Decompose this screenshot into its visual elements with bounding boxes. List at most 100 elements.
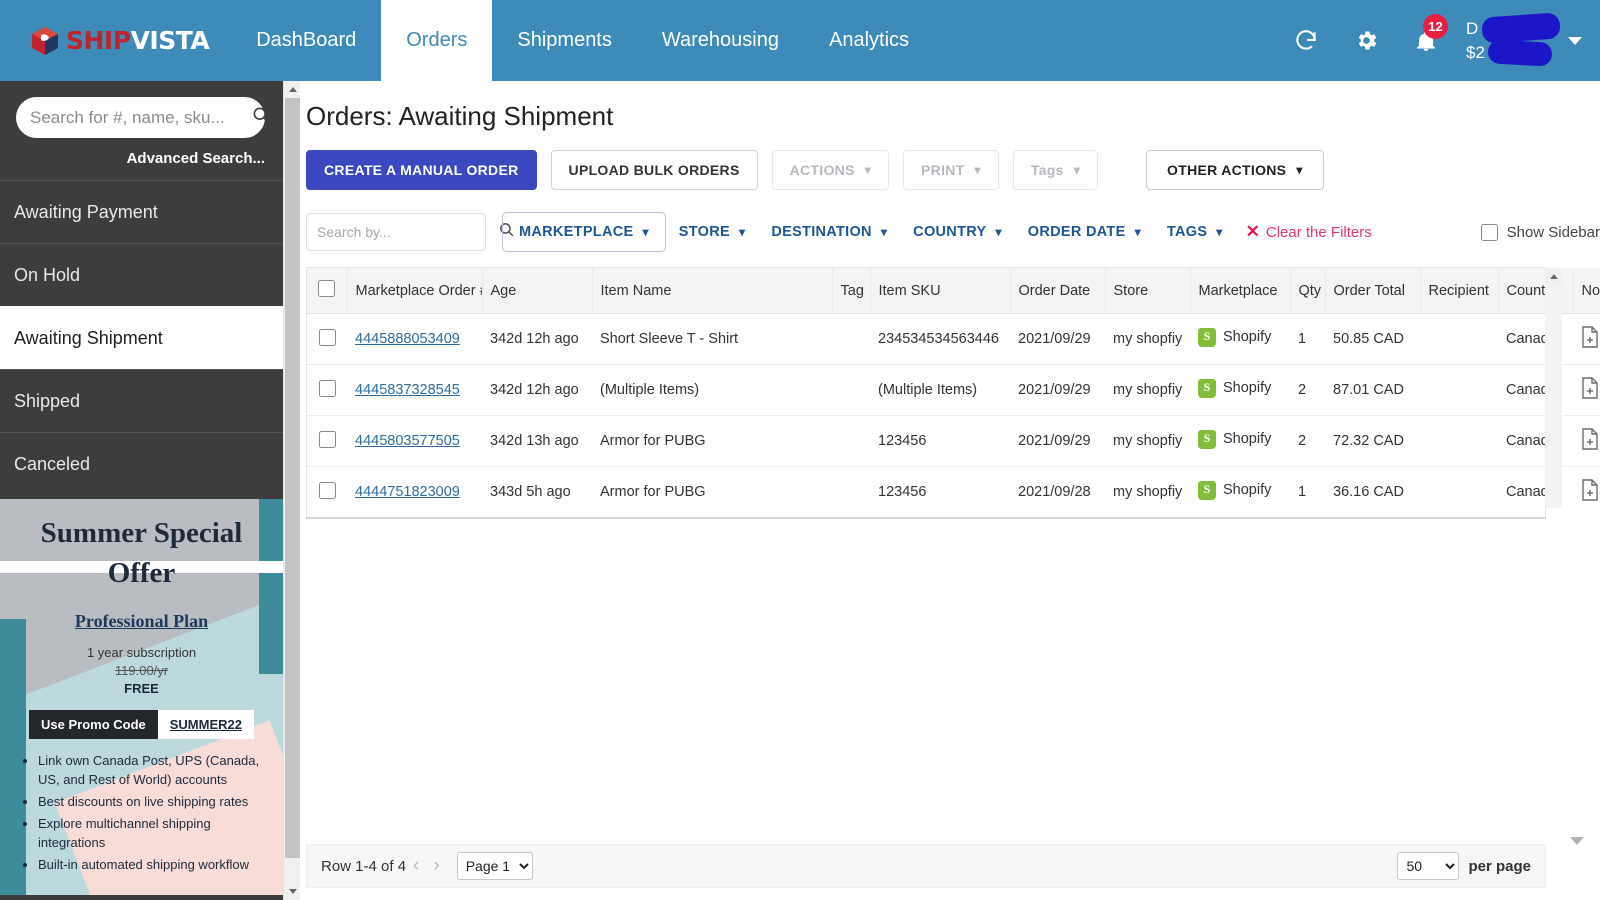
order-number-link[interactable]: 4444751823009 bbox=[355, 484, 460, 500]
row-checkbox[interactable] bbox=[318, 379, 336, 397]
nav-tab-shipments[interactable]: Shipments bbox=[492, 0, 637, 81]
chevron-down-icon[interactable] bbox=[1568, 36, 1582, 45]
column-header-tag[interactable]: Tag bbox=[832, 268, 871, 314]
sidebar-search-box[interactable] bbox=[16, 97, 270, 138]
cell-notes[interactable] bbox=[1573, 467, 1600, 518]
filter-order-date-label: ORDER DATE bbox=[1027, 224, 1126, 240]
scrollbar-thumb[interactable] bbox=[285, 98, 300, 858]
table-row[interactable]: 4445803577505 342d 13h ago Armor for PUBG 1… bbox=[307, 415, 1600, 467]
chevron-down-icon: ▾ bbox=[1073, 163, 1081, 177]
upload-bulk-orders-button[interactable]: UPLOAD BULK ORDERS bbox=[550, 150, 758, 190]
sidebar-item-awaiting-shipment[interactable]: Awaiting Shipment bbox=[0, 306, 283, 369]
scroll-down-arrow-icon[interactable] bbox=[284, 883, 301, 900]
column-header-marketplace[interactable]: Marketplace bbox=[1190, 268, 1291, 314]
clear-filters-button[interactable]: ✕ Clear the Filters bbox=[1246, 222, 1372, 242]
create-manual-order-button[interactable]: CREATE A MANUAL ORDER bbox=[306, 150, 537, 190]
orders-toolbar: CREATE A MANUAL ORDER UPLOAD BULK ORDERS… bbox=[300, 132, 1600, 190]
order-number-link[interactable]: 4445803577505 bbox=[355, 433, 460, 449]
column-header-order-date[interactable]: Order Date bbox=[1010, 268, 1106, 314]
row-select-cell[interactable] bbox=[307, 415, 347, 467]
cell-notes[interactable] bbox=[1573, 415, 1600, 467]
cell-order-number[interactable]: 4445803577505 bbox=[347, 415, 482, 467]
brand-logo[interactable]: SHIPVISTA bbox=[0, 0, 231, 81]
add-note-icon[interactable] bbox=[1581, 428, 1599, 450]
select-all-header[interactable] bbox=[307, 268, 348, 314]
nav-tab-orders[interactable]: Orders bbox=[381, 0, 493, 81]
row-select-cell[interactable] bbox=[307, 364, 347, 416]
table-search-input[interactable] bbox=[317, 224, 498, 240]
column-header-qty[interactable]: Qty bbox=[1290, 268, 1326, 314]
column-header-age[interactable]: Age bbox=[482, 268, 593, 314]
filter-tags[interactable]: TAGS ▾ bbox=[1154, 212, 1236, 252]
gear-icon[interactable] bbox=[1336, 0, 1396, 81]
advanced-search-link[interactable]: Advanced Search... bbox=[0, 138, 283, 180]
redaction-overlay-name bbox=[1481, 11, 1561, 44]
row-checkbox[interactable] bbox=[318, 328, 336, 346]
show-sidebar-checkbox[interactable] bbox=[1480, 223, 1498, 241]
row-select-cell[interactable] bbox=[307, 313, 347, 365]
sidebar-item-shipped[interactable]: Shipped bbox=[0, 369, 283, 432]
bell-icon[interactable]: 12 bbox=[1396, 0, 1456, 81]
sidebar-item-awaiting-payment[interactable]: Awaiting Payment bbox=[0, 180, 283, 243]
sidebar-search-input[interactable] bbox=[30, 107, 251, 128]
filter-destination[interactable]: DESTINATION ▾ bbox=[758, 212, 900, 252]
select-all-checkbox[interactable] bbox=[318, 280, 336, 297]
cell-order-number[interactable]: 4445837328545 bbox=[347, 364, 482, 416]
table-row[interactable]: 4445837328545 342d 12h ago (Multiple Items… bbox=[307, 364, 1600, 416]
add-note-icon[interactable] bbox=[1581, 479, 1599, 501]
scroll-up-arrow-icon[interactable] bbox=[284, 81, 301, 98]
column-header-order-total[interactable]: Order Total bbox=[1325, 268, 1421, 314]
promo-code-value[interactable]: SUMMER22 bbox=[157, 710, 254, 739]
column-header-item-name[interactable]: Item Name bbox=[592, 268, 833, 314]
search-icon[interactable] bbox=[251, 105, 271, 130]
refresh-icon[interactable] bbox=[1276, 0, 1336, 81]
previous-page-button[interactable]: ‹ bbox=[406, 855, 426, 877]
table-vertical-scrollbar[interactable] bbox=[1545, 268, 1562, 508]
table-row[interactable]: 4444751823009 343d 5h ago Armor for PUBG 12… bbox=[307, 467, 1600, 518]
filter-order-date[interactable]: ORDER DATE ▾ bbox=[1015, 212, 1154, 252]
promo-card[interactable]: Summer Special Offer Professional Plan 1… bbox=[0, 495, 283, 895]
cell-notes[interactable] bbox=[1573, 364, 1600, 416]
filter-country[interactable]: COUNTRY ▾ bbox=[900, 212, 1015, 252]
user-account-menu[interactable]: D $2 bbox=[1466, 11, 1561, 71]
show-sidebar-toggle[interactable]: Show Sidebar bbox=[1480, 223, 1600, 241]
nav-tab-dashboard[interactable]: DashBoard bbox=[231, 0, 381, 81]
row-checkbox[interactable] bbox=[318, 481, 336, 499]
nav-tab-analytics[interactable]: Analytics bbox=[804, 0, 934, 81]
nav-tab-warehousing[interactable]: Warehousing bbox=[637, 0, 804, 81]
column-header-notes[interactable]: Notes bbox=[1573, 268, 1600, 314]
cell-order-date: 2021/09/28 bbox=[1018, 484, 1091, 500]
page-title: Orders: Awaiting Shipment bbox=[306, 101, 614, 131]
order-number-link[interactable]: 4445888053409 bbox=[355, 331, 460, 347]
filter-marketplace[interactable]: MARKETPLACE ▾ bbox=[502, 212, 666, 252]
row-checkbox[interactable] bbox=[318, 430, 336, 448]
other-actions-dropdown-button[interactable]: OTHER ACTIONS ▾ bbox=[1146, 150, 1324, 190]
column-header-item-sku[interactable]: Item SKU bbox=[870, 268, 1011, 314]
scroll-up-arrow-icon[interactable] bbox=[1545, 268, 1562, 285]
table-search-box[interactable] bbox=[306, 213, 514, 251]
table-row[interactable]: 4445888053409 342d 12h ago Short Sleeve T … bbox=[307, 313, 1600, 365]
order-number-link[interactable]: 4445837328545 bbox=[355, 382, 460, 398]
cell-notes[interactable] bbox=[1573, 313, 1600, 365]
sidebar-scrollbar[interactable] bbox=[283, 81, 301, 900]
page-select[interactable]: Page 1 bbox=[456, 852, 533, 880]
add-note-icon[interactable] bbox=[1581, 326, 1599, 348]
sidebar-item-on-hold[interactable]: On Hold bbox=[0, 243, 283, 306]
next-page-button[interactable]: › bbox=[426, 855, 446, 877]
column-header-store[interactable]: Store bbox=[1105, 268, 1191, 314]
shopify-icon bbox=[1198, 378, 1216, 398]
promo-plan-link[interactable]: Professional Plan bbox=[0, 611, 283, 632]
tags-dropdown-button[interactable]: Tags ▾ bbox=[1012, 150, 1099, 190]
row-select-cell[interactable] bbox=[307, 467, 347, 518]
cell-order-number[interactable]: 4445888053409 bbox=[347, 313, 482, 365]
column-header-marketplace-order[interactable]: Marketplace Order # bbox=[347, 268, 483, 314]
print-dropdown-button[interactable]: PRINT ▾ bbox=[903, 150, 999, 190]
filter-store[interactable]: STORE ▾ bbox=[666, 212, 759, 252]
actions-dropdown-button[interactable]: ACTIONS ▾ bbox=[771, 150, 890, 190]
cell-order-number[interactable]: 4444751823009 bbox=[347, 467, 482, 518]
column-header-recipient[interactable]: Recipient bbox=[1420, 268, 1499, 314]
sidebar-item-canceled[interactable]: Canceled bbox=[0, 432, 283, 495]
use-promo-code-button[interactable]: Use Promo Code bbox=[29, 710, 158, 739]
per-page-select[interactable]: 50 bbox=[1397, 852, 1460, 880]
add-note-icon[interactable] bbox=[1581, 377, 1599, 399]
